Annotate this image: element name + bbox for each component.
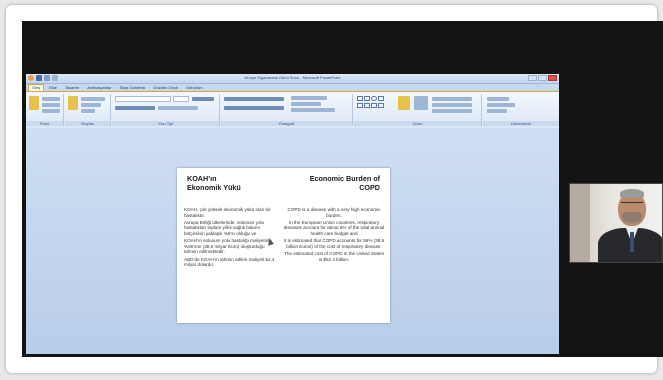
group-label-editing: Düzenleme <box>483 121 559 126</box>
right-title-line1: Economic Burden of <box>309 174 380 183</box>
bold-italic-underline-buttons[interactable] <box>115 106 155 110</box>
cut-icon[interactable] <box>42 97 60 101</box>
triangle-shape-icon[interactable] <box>357 103 363 108</box>
left-paragraph-1: KOAH, çok yüksek ekonomik yükü olan bir … <box>184 207 271 218</box>
right-paragraph-1: COPD is a disease with a very high econo… <box>287 207 381 218</box>
star-shape-icon[interactable] <box>364 103 370 108</box>
left-paragraph-3: KOAH’ın solunum yolu hastalığı maliyetin… <box>184 238 272 255</box>
right-title-line2: COPD <box>359 183 380 192</box>
font-color-icon[interactable] <box>158 106 198 110</box>
group-paragraph: Paragraf <box>221 94 353 126</box>
alignment-icons[interactable] <box>224 106 284 110</box>
speaker-beard <box>622 212 642 223</box>
tab-animations[interactable]: Animasyonlar <box>84 84 114 91</box>
bullets-icon[interactable] <box>224 97 284 101</box>
right-paragraph-2: In the European Union countries, respira… <box>283 219 385 236</box>
group-label-clipboard: Pano <box>26 121 63 126</box>
group-label-drawing: Çizim <box>354 121 481 126</box>
group-slides: Slaytlar <box>65 94 111 126</box>
right-title: Economic Burden of COPD <box>310 174 380 192</box>
layout-button[interactable] <box>81 97 105 101</box>
arrow-shape-icon[interactable] <box>378 96 384 101</box>
font-size-field[interactable] <box>173 96 189 102</box>
left-paragraph-4: ABD’de KOAH’ın tahmin edilen maliyeti 52… <box>184 256 275 268</box>
replace-button[interactable] <box>487 103 515 107</box>
text-direction-button[interactable] <box>291 96 327 100</box>
left-body-text: KOAH, çok yüksek ekonomik yükü olan bir … <box>184 207 276 269</box>
group-clipboard: Pano <box>26 94 64 126</box>
arrange-icon[interactable] <box>398 96 410 110</box>
speaker-hair <box>620 189 644 198</box>
delete-slide-button[interactable] <box>81 109 95 113</box>
shape-effects-button[interactable] <box>432 109 472 113</box>
slide[interactable]: KOAH’ın Ekonomik Yükü Economic Burden of… <box>177 168 390 323</box>
line-shape-icon[interactable] <box>357 96 363 101</box>
group-editing: Düzenleme <box>483 94 559 126</box>
speaker-tie <box>630 232 634 252</box>
font-name-field[interactable] <box>115 96 171 102</box>
shape-outline-button[interactable] <box>432 103 472 107</box>
group-label-slides: Slaytlar <box>65 121 110 126</box>
grow-font-icon[interactable] <box>192 97 214 101</box>
left-title-line1: KOAH’ın <box>187 174 217 183</box>
close-button[interactable] <box>548 75 557 81</box>
webcam-door <box>570 184 590 262</box>
window-controls <box>528 75 557 81</box>
ribbon: Pano Slaytlar Yazı Tipi Paragraf Çizim D… <box>26 91 559 129</box>
minimize-button[interactable] <box>528 75 537 81</box>
tab-view[interactable]: Görünüm <box>183 84 206 91</box>
group-drawing: Çizim <box>354 94 482 126</box>
oval-shape-icon[interactable] <box>371 96 377 101</box>
reset-button[interactable] <box>81 103 101 107</box>
rectangle-shape-icon[interactable] <box>364 96 370 101</box>
right-paragraph-4: The estimated cost of COPD in the United… <box>284 250 384 262</box>
window-title: Dünya Sigarasızlık Günü Sunu - Microsoft… <box>244 75 341 80</box>
copy-icon[interactable] <box>42 103 60 107</box>
tab-home[interactable]: Giriş <box>28 84 45 91</box>
left-title-line2: Ekonomik Yükü <box>187 183 241 192</box>
webcam-video-tile <box>569 183 663 263</box>
quick-styles-button[interactable] <box>414 96 428 110</box>
format-painter-icon[interactable] <box>42 109 60 113</box>
tab-design[interactable]: Tasarım <box>62 84 82 91</box>
brace-shape-icon[interactable] <box>378 103 384 108</box>
maximize-button[interactable] <box>538 75 547 81</box>
paste-icon[interactable] <box>29 96 39 110</box>
tab-review[interactable]: Gözden Geçir <box>150 84 181 91</box>
group-font: Yazı Tipi <box>112 94 220 126</box>
title-bar: Dünya Sigarasızlık Günü Sunu - Microsoft… <box>26 74 559 84</box>
callout-shape-icon[interactable] <box>371 103 377 108</box>
align-text-button[interactable] <box>291 102 321 106</box>
group-label-paragraph: Paragraf <box>221 121 352 126</box>
right-body-text: COPD is a disease with a very high econo… <box>283 207 385 264</box>
left-title: KOAH’ın Ekonomik Yükü <box>187 174 241 192</box>
tab-insert[interactable]: Ekle <box>46 84 60 91</box>
left-paragraph-2: Avrupa Birliği ülkelerinde, solunum yolu… <box>184 219 265 236</box>
new-slide-icon[interactable] <box>68 96 78 110</box>
group-label-font: Yazı Tipi <box>112 121 219 126</box>
tab-slide-show[interactable]: Slayt Gösterisi <box>116 84 148 91</box>
shape-fill-button[interactable] <box>432 97 472 101</box>
select-button[interactable] <box>487 109 507 113</box>
ribbon-tabs: Giriş Ekle Tasarım Animasyonlar Slayt Gö… <box>26 84 559 91</box>
smartart-button[interactable] <box>291 108 335 112</box>
find-button[interactable] <box>487 97 509 101</box>
speaker-glasses <box>621 202 643 207</box>
right-paragraph-3: It is estimated that COPD accounts for 5… <box>283 238 385 249</box>
